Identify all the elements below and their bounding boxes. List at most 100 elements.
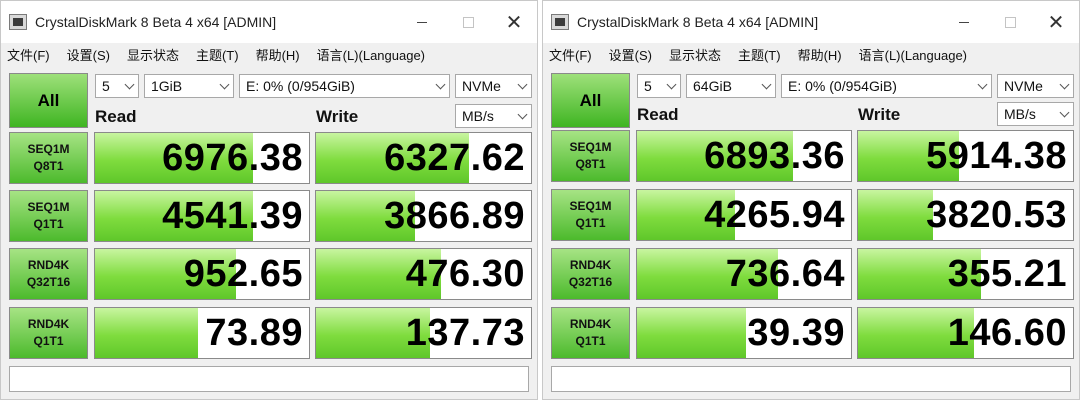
minimize-icon[interactable] bbox=[399, 1, 445, 43]
write-value: 146.60 bbox=[947, 311, 1067, 354]
chevron-down-icon bbox=[124, 79, 135, 90]
menu-settings[interactable]: 设置(S) bbox=[609, 45, 652, 64]
chevron-down-icon bbox=[977, 79, 988, 90]
test-rnd4k-q1t1-button[interactable]: RND4K Q1T1 bbox=[9, 307, 88, 359]
test-size-value: 64GiB bbox=[693, 78, 732, 94]
read-value: 73.89 bbox=[205, 311, 303, 354]
test-size-select[interactable]: 64GiB bbox=[686, 74, 776, 98]
write-result: 3866.89 bbox=[315, 190, 532, 242]
write-bar bbox=[858, 190, 934, 240]
read-value: 952.65 bbox=[183, 252, 303, 295]
chevron-down-icon bbox=[517, 109, 528, 120]
drive-select[interactable]: E: 0% (0/954GiB) bbox=[239, 74, 450, 98]
write-result: 476.30 bbox=[315, 248, 532, 300]
test-params: Q1T1 bbox=[33, 334, 64, 348]
test-count-select[interactable]: 5 bbox=[637, 74, 681, 98]
chevron-down-icon bbox=[666, 79, 677, 90]
write-value: 3820.53 bbox=[926, 193, 1067, 236]
write-header: Write bbox=[316, 107, 359, 126]
unit-select[interactable]: MB/s bbox=[455, 104, 532, 128]
menu-display-status[interactable]: 显示状态 bbox=[127, 45, 179, 64]
chevron-down-icon bbox=[761, 79, 772, 90]
read-result: 736.64 bbox=[636, 248, 852, 300]
comment-field[interactable] bbox=[551, 366, 1071, 392]
read-value: 736.64 bbox=[725, 252, 845, 295]
write-result: 146.60 bbox=[857, 307, 1074, 359]
run-all-button[interactable]: All bbox=[551, 73, 630, 128]
menu-bar: 文件(F) 设置(S) 显示状态 主题(T) 帮助(H) 语言(L)(Langu… bbox=[1, 43, 537, 65]
test-count-value: 5 bbox=[102, 78, 110, 94]
test-seq1m-q8t1-button[interactable]: SEQ1M Q8T1 bbox=[551, 130, 630, 182]
test-params: Q1T1 bbox=[575, 334, 606, 348]
write-result: 355.21 bbox=[857, 248, 1074, 300]
read-value: 4541.39 bbox=[162, 194, 303, 237]
test-size-select[interactable]: 1GiB bbox=[144, 74, 234, 98]
read-header: Read bbox=[637, 105, 679, 124]
chevron-down-icon bbox=[219, 79, 230, 90]
test-seq1m-q8t1-button[interactable]: SEQ1M Q8T1 bbox=[9, 132, 88, 184]
chevron-down-icon bbox=[1059, 107, 1070, 118]
test-seq1m-q1t1-button[interactable]: SEQ1M Q1T1 bbox=[551, 189, 630, 241]
test-name: SEQ1M bbox=[569, 199, 612, 213]
window-title: CrystalDiskMark 8 Beta 4 x64 [ADMIN] bbox=[35, 14, 277, 30]
write-result: 6327.62 bbox=[315, 132, 532, 184]
cdm-window-right: CrystalDiskMark 8 Beta 4 x64 [ADMIN] ✕ 文… bbox=[542, 0, 1080, 400]
test-rnd4k-q1t1-button[interactable]: RND4K Q1T1 bbox=[551, 307, 630, 359]
write-value: 3866.89 bbox=[384, 194, 525, 237]
read-value: 6893.36 bbox=[704, 134, 845, 177]
menu-language[interactable]: 语言(L)(Language) bbox=[317, 45, 425, 64]
read-result: 39.39 bbox=[636, 307, 852, 359]
unit-select[interactable]: MB/s bbox=[997, 102, 1074, 126]
run-all-button[interactable]: All bbox=[9, 73, 88, 128]
test-seq1m-q1t1-button[interactable]: SEQ1M Q1T1 bbox=[9, 190, 88, 242]
write-result: 5914.38 bbox=[857, 130, 1074, 182]
test-name: SEQ1M bbox=[569, 140, 612, 154]
test-name: SEQ1M bbox=[27, 142, 70, 156]
profile-select[interactable]: NVMe bbox=[455, 74, 532, 98]
test-params: Q1T1 bbox=[33, 217, 64, 231]
write-value: 5914.38 bbox=[926, 134, 1067, 177]
close-icon[interactable]: ✕ bbox=[491, 1, 537, 43]
menu-help[interactable]: 帮助(H) bbox=[798, 45, 842, 64]
minimize-icon[interactable] bbox=[941, 1, 987, 43]
title-bar[interactable]: CrystalDiskMark 8 Beta 4 x64 [ADMIN] ✕ bbox=[1, 1, 537, 43]
title-bar[interactable]: CrystalDiskMark 8 Beta 4 x64 [ADMIN] ✕ bbox=[543, 1, 1079, 43]
close-icon[interactable]: ✕ bbox=[1033, 1, 1079, 43]
write-result: 3820.53 bbox=[857, 189, 1074, 241]
write-header: Write bbox=[858, 105, 901, 124]
comment-field[interactable] bbox=[9, 366, 529, 392]
app-icon bbox=[9, 14, 27, 30]
menu-file[interactable]: 文件(F) bbox=[549, 45, 592, 64]
test-name: RND4K bbox=[569, 317, 612, 331]
window-title: CrystalDiskMark 8 Beta 4 x64 [ADMIN] bbox=[577, 14, 819, 30]
drive-value: E: 0% (0/954GiB) bbox=[246, 78, 355, 94]
menu-theme[interactable]: 主题(T) bbox=[196, 45, 239, 64]
menu-settings[interactable]: 设置(S) bbox=[67, 45, 110, 64]
menu-theme[interactable]: 主题(T) bbox=[738, 45, 781, 64]
read-header: Read bbox=[95, 107, 137, 126]
test-params: Q8T1 bbox=[575, 157, 606, 171]
test-name: RND4K bbox=[569, 258, 612, 272]
profile-select[interactable]: NVMe bbox=[997, 74, 1074, 98]
read-bar bbox=[95, 308, 198, 358]
menu-language[interactable]: 语言(L)(Language) bbox=[859, 45, 967, 64]
read-result: 4265.94 bbox=[636, 189, 852, 241]
menu-file[interactable]: 文件(F) bbox=[7, 45, 50, 64]
maximize-icon[interactable] bbox=[987, 1, 1033, 43]
write-value: 476.30 bbox=[405, 252, 525, 295]
test-rnd4k-q32t16-button[interactable]: RND4K Q32T16 bbox=[551, 248, 630, 300]
read-bar bbox=[637, 308, 747, 358]
test-name: RND4K bbox=[27, 317, 70, 331]
chevron-down-icon bbox=[435, 79, 446, 90]
test-rnd4k-q32t16-button[interactable]: RND4K Q32T16 bbox=[9, 248, 88, 300]
write-value: 355.21 bbox=[947, 252, 1067, 295]
drive-select[interactable]: E: 0% (0/954GiB) bbox=[781, 74, 992, 98]
menu-display-status[interactable]: 显示状态 bbox=[669, 45, 721, 64]
test-name: RND4K bbox=[27, 258, 70, 272]
test-count-select[interactable]: 5 bbox=[95, 74, 139, 98]
read-result: 6976.38 bbox=[94, 132, 310, 184]
test-size-value: 1GiB bbox=[151, 78, 183, 94]
menu-help[interactable]: 帮助(H) bbox=[256, 45, 300, 64]
profile-value: NVMe bbox=[1004, 78, 1043, 94]
maximize-icon[interactable] bbox=[445, 1, 491, 43]
